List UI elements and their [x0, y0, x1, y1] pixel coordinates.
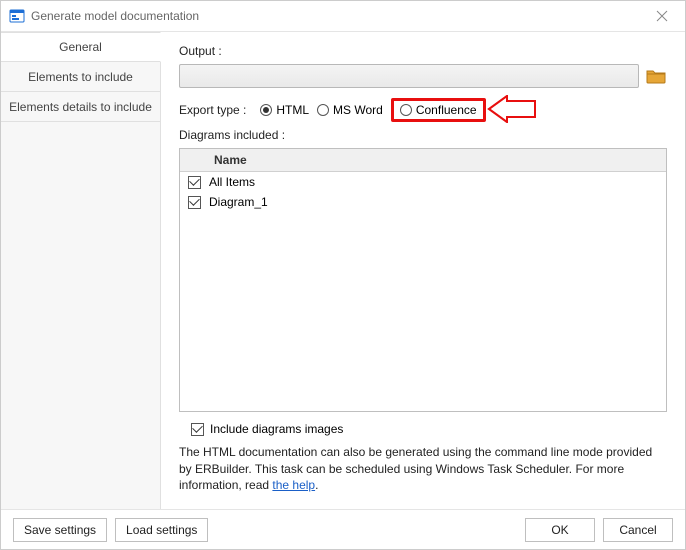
- app-icon: [9, 8, 25, 24]
- ok-button[interactable]: OK: [525, 518, 595, 542]
- diagrams-list-body[interactable]: All Items Diagram_1: [180, 172, 666, 411]
- radio-msword[interactable]: MS Word: [317, 103, 383, 117]
- list-item[interactable]: All Items: [180, 172, 666, 192]
- callout-arrow-icon: [487, 95, 537, 126]
- tab-content-general: Output : Export type : HTML MS Word: [161, 32, 685, 509]
- tab-elements-to-include[interactable]: Elements to include: [1, 62, 161, 92]
- include-images-row: Include diagrams images: [191, 422, 667, 436]
- radio-dot-icon: [317, 104, 329, 116]
- help-text: The HTML documentation can also be gener…: [179, 444, 667, 493]
- cancel-button[interactable]: Cancel: [603, 518, 673, 542]
- dialog-body: General Elements to include Elements det…: [1, 31, 685, 509]
- include-images-label: Include diagrams images: [210, 422, 343, 436]
- diagrams-included-label: Diagrams included :: [179, 128, 285, 142]
- checkbox-all-items[interactable]: [188, 176, 201, 189]
- diagrams-list-header: Name: [180, 149, 666, 172]
- checkbox-diagram-1[interactable]: [188, 196, 201, 209]
- tab-strip: General Elements to include Elements det…: [1, 32, 161, 509]
- radio-msword-label: MS Word: [333, 103, 383, 117]
- help-text-suffix: .: [315, 478, 318, 492]
- export-type-row: Export type : HTML MS Word Confluence: [179, 98, 667, 122]
- load-settings-button[interactable]: Load settings: [115, 518, 208, 542]
- list-item-label: All Items: [209, 175, 255, 189]
- confluence-highlight: Confluence: [391, 98, 486, 122]
- tab-general[interactable]: General: [1, 32, 161, 62]
- dialog-window: Generate model documentation General Ele…: [0, 0, 686, 550]
- output-label: Output :: [179, 44, 222, 58]
- list-item[interactable]: Diagram_1: [180, 192, 666, 212]
- help-text-prefix: The HTML documentation can also be gener…: [179, 445, 652, 491]
- dialog-footer: Save settings Load settings OK Cancel: [1, 509, 685, 549]
- radio-html[interactable]: HTML: [260, 103, 309, 117]
- radio-dot-icon: [400, 104, 412, 116]
- browse-folder-button[interactable]: [645, 66, 667, 86]
- tab-filler: [1, 122, 161, 509]
- list-item-label: Diagram_1: [209, 195, 268, 209]
- folder-icon: [646, 68, 666, 84]
- radio-confluence[interactable]: Confluence: [400, 103, 477, 117]
- output-row: [179, 64, 667, 88]
- checkbox-include-diagrams-images[interactable]: [191, 423, 204, 436]
- titlebar: Generate model documentation: [1, 1, 685, 31]
- export-type-label: Export type :: [179, 103, 246, 117]
- radio-html-label: HTML: [276, 103, 309, 117]
- help-link[interactable]: the help: [272, 478, 315, 492]
- radio-dot-icon: [260, 104, 272, 116]
- close-button[interactable]: [647, 4, 677, 28]
- diagrams-list: Name All Items Diagram_1: [179, 148, 667, 412]
- save-settings-button[interactable]: Save settings: [13, 518, 107, 542]
- output-path-input[interactable]: [179, 64, 639, 88]
- window-title: Generate model documentation: [31, 9, 647, 23]
- tab-elements-details[interactable]: Elements details to include: [1, 92, 161, 122]
- radio-confluence-label: Confluence: [416, 103, 477, 117]
